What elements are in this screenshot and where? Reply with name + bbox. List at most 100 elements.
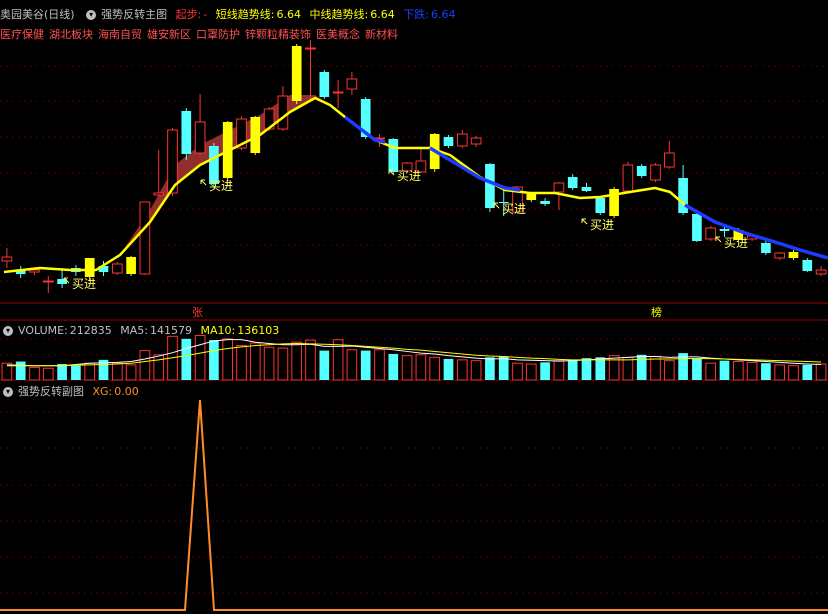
candle-body [788, 252, 799, 258]
volume-bar [746, 361, 758, 381]
candle-body [815, 269, 827, 275]
candle-body [595, 198, 606, 213]
volume-bar [181, 338, 192, 380]
volume-bar [374, 349, 385, 381]
arrow-icon [493, 202, 500, 209]
volume-bar [153, 354, 165, 381]
volume-bar [139, 350, 151, 381]
candle-body [277, 95, 289, 130]
chart-canvas: 买进买进买进买进买进买进 张 榜 [0, 40, 828, 611]
volume-bar [761, 363, 771, 380]
chart-window: { "main_header": { "stock_name": "奥园美谷",… [0, 0, 828, 614]
arrow-icon [200, 179, 207, 186]
volume-bar [42, 367, 54, 381]
candle-body [470, 137, 482, 145]
arrow-icon [581, 218, 588, 225]
volume-bar [774, 364, 786, 381]
candle-body [443, 137, 454, 146]
candle-body [332, 91, 344, 94]
candle-body [319, 72, 330, 97]
candle-body [485, 164, 495, 208]
candle-body [1, 256, 13, 262]
volume-bar [788, 365, 799, 381]
buy-signal-label: 买进 [209, 179, 233, 193]
volume-bar [512, 362, 523, 381]
limit-up-tags: 张 榜 [192, 305, 662, 319]
candle-body [29, 269, 40, 273]
volume-bar [650, 355, 661, 381]
candle-body [139, 201, 151, 275]
candle-body [650, 164, 661, 181]
candle-body [305, 47, 316, 50]
candle-body [153, 192, 165, 196]
volume-bar [194, 334, 206, 381]
candle-body [663, 152, 675, 168]
volume-bar [470, 360, 482, 381]
volume-bar [209, 340, 219, 380]
volume-bar [263, 346, 275, 381]
volume-bar [485, 357, 495, 380]
volume-bar [540, 362, 550, 380]
volume-bar [71, 365, 81, 380]
volume-bar [29, 366, 40, 381]
volume-bar [595, 357, 606, 380]
volume-bar [57, 364, 67, 380]
volume-bar [802, 364, 813, 380]
trend-lines [3, 96, 828, 274]
volume-bar [222, 338, 234, 381]
volume-bar [732, 361, 744, 381]
volume-bar [705, 362, 717, 381]
candle-body [802, 260, 813, 271]
volume-bar [236, 345, 247, 381]
candle-body [126, 257, 136, 274]
candle-body [194, 121, 206, 154]
volume-bar [719, 360, 730, 380]
buy-signal-label: 买进 [724, 236, 748, 250]
volume-bar [581, 358, 592, 380]
volume-bar [692, 358, 702, 380]
volume-bar [291, 341, 303, 381]
volume-bar [401, 355, 413, 381]
volume-bar [360, 350, 371, 380]
volume-bar [332, 339, 344, 381]
volume-bar [415, 354, 427, 381]
volume-bar [456, 359, 468, 381]
candle-body [181, 111, 192, 154]
volume-bar [15, 361, 26, 380]
candle-body [84, 258, 95, 277]
volume-bar [553, 360, 565, 381]
candle-body [291, 46, 302, 101]
volume-bar [429, 356, 441, 381]
buy-signal-label: 买进 [72, 277, 96, 291]
candle-body [526, 194, 537, 200]
volume-bar [305, 339, 316, 381]
bang-tag: 榜 [651, 305, 662, 319]
volume-bar [608, 355, 620, 381]
candle-body [636, 166, 647, 176]
volume-bar [249, 342, 261, 381]
volume-bar [346, 349, 358, 381]
candle-body [567, 177, 578, 188]
candle-body [774, 252, 786, 259]
candle-body [553, 182, 565, 193]
volume-bar [319, 350, 330, 380]
volume-bar [388, 353, 399, 380]
candle-body [456, 133, 468, 147]
short-trend-line [3, 96, 686, 274]
downtrend-line [429, 146, 521, 192]
volume-bar [815, 363, 827, 381]
candle-body [705, 227, 717, 240]
candle-body [42, 280, 54, 283]
volume-bar [663, 360, 675, 381]
volume-bar [111, 362, 123, 381]
candle-body [622, 164, 634, 192]
xg-series-line [0, 399, 828, 611]
volume-bar [443, 359, 454, 380]
grid-lines [0, 65, 828, 594]
candle-body [761, 243, 771, 253]
candle-body [719, 229, 730, 231]
arrow-icon [715, 236, 722, 243]
volume-bar [636, 354, 647, 380]
candle-body [346, 78, 358, 90]
xg-line [0, 399, 828, 611]
